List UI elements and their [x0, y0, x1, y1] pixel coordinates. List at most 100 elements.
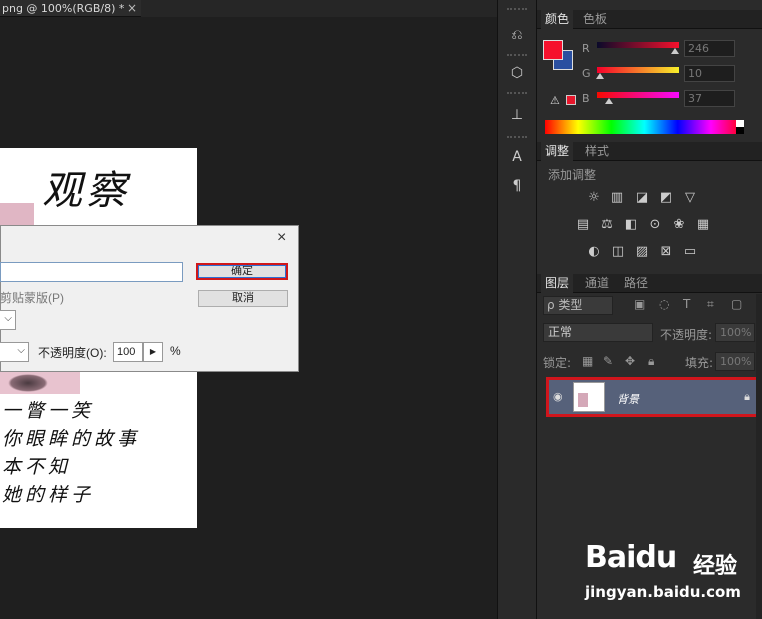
tab-layers[interactable]: 图层 — [541, 274, 574, 293]
brightness-icon[interactable]: ☼ — [586, 190, 602, 206]
slider-thumb[interactable] — [605, 98, 613, 104]
eye-icon[interactable]: ◉ — [553, 390, 563, 403]
b-slider[interactable] — [597, 92, 679, 104]
new-layer-dialog: × 确定 取消 剪贴蒙版(P) ⌵ ⌵ 不透明度(O): 100 ▶ % — [0, 225, 299, 372]
blend-mode-select[interactable]: 正常 — [543, 323, 653, 342]
lock-pixels-icon[interactable]: ✎ — [603, 354, 613, 368]
poem-line-4: 她的样子 — [2, 484, 95, 506]
selective-color-icon[interactable]: ⊠ — [658, 244, 674, 260]
black-white-icon[interactable]: ◧ — [623, 217, 639, 233]
opacity-label: 不透明度(O): — [38, 346, 107, 360]
color-select[interactable]: ⌵ — [0, 310, 16, 330]
g-value-field[interactable]: 10 — [684, 65, 735, 82]
chevron-down-icon: ⌵ — [17, 345, 25, 356]
cancel-button[interactable]: 取消 — [198, 290, 288, 307]
adjustment-filter-icon[interactable]: ◌ — [659, 297, 669, 311]
document-tab-title: png @ 100%(RGB/8) * — [2, 2, 125, 15]
ok-button[interactable]: 确定 — [196, 263, 288, 280]
color-balance-icon[interactable]: ⚖ — [599, 217, 615, 233]
invert-icon[interactable]: ◐ — [586, 244, 602, 260]
tab-color[interactable]: 颜色 — [541, 10, 574, 29]
watermark-brand: Baidu — [585, 540, 677, 575]
history-icon[interactable]: ⎌ — [506, 24, 528, 46]
document-area: png @ 100%(RGB/8) * × 观察 一瞥一笑 你眼眸的故事 本不知… — [0, 0, 497, 619]
slider-thumb[interactable] — [671, 48, 679, 54]
g-slider[interactable] — [596, 67, 679, 79]
opacity-input[interactable]: 100 — [113, 342, 143, 362]
blend-mode-value: 正常 — [548, 325, 573, 339]
layer-filter-select[interactable]: ρ 类型 — [543, 296, 613, 315]
adjustments-panel-header: 调整 样式 — [537, 142, 762, 161]
vibrance-icon[interactable]: ▽ — [682, 190, 698, 206]
layer-row-background[interactable]: ◉ 背景 🔒︎ — [546, 377, 761, 417]
r-value-field[interactable]: 246 — [684, 40, 735, 57]
b-value-field[interactable]: 37 — [684, 90, 735, 107]
stamp-icon[interactable]: ⊥ — [506, 104, 528, 126]
r-slider[interactable] — [597, 42, 679, 54]
channel-b-label: B — [582, 92, 590, 105]
levels-icon[interactable]: ▥ — [609, 190, 625, 206]
fill-input[interactable]: 100% — [715, 352, 755, 371]
layer-name-input[interactable] — [0, 262, 183, 282]
lock-transparent-icon[interactable]: ▦ — [582, 354, 593, 368]
chevron-down-icon: ⌵ — [4, 313, 12, 324]
layers-scrollbar[interactable] — [756, 294, 762, 619]
paragraph-icon[interactable]: ¶ — [506, 175, 528, 197]
layer-name[interactable]: 背景 — [617, 391, 639, 407]
layer-opacity-input[interactable]: 100% — [715, 323, 755, 342]
channel-mixer-icon[interactable]: ❀ — [671, 217, 687, 233]
mode-select[interactable]: ⌵ — [0, 342, 29, 362]
threshold-icon[interactable]: ▨ — [634, 244, 650, 260]
type-filter-icon[interactable]: T — [683, 297, 690, 311]
image-filter-icon[interactable]: ▣ — [634, 297, 645, 311]
channel-g-label: G — [582, 67, 591, 80]
tab-bar-empty — [141, 0, 497, 17]
tab-swatches[interactable]: 色板 — [579, 10, 611, 29]
color-lookup-icon[interactable]: ▦ — [695, 217, 711, 233]
close-icon[interactable]: × — [127, 0, 137, 17]
white-swatch[interactable] — [736, 120, 744, 127]
grip-handle[interactable] — [507, 136, 527, 138]
curves-icon[interactable]: ◪ — [634, 190, 650, 206]
hue-saturation-icon[interactable]: ▤ — [575, 217, 591, 233]
gamut-warning-swatch[interactable] — [566, 95, 576, 105]
photo-filter-icon[interactable]: ⊙ — [647, 217, 663, 233]
shape-filter-icon[interactable]: ⌗ — [707, 297, 714, 312]
color-spectrum[interactable] — [545, 120, 744, 134]
grip-handle[interactable] — [507, 54, 527, 56]
black-swatch[interactable] — [736, 127, 744, 134]
slider-thumb[interactable] — [596, 73, 604, 79]
tab-styles[interactable]: 样式 — [581, 142, 613, 161]
clipping-mask-label[interactable]: 剪贴蒙版(P) — [0, 289, 64, 306]
foreground-color-swatch[interactable] — [543, 40, 563, 60]
poem-line-2: 你眼眸的故事 — [2, 428, 141, 450]
baidu-watermark: Baidu 经验 jingyan.baidu.com — [585, 540, 755, 610]
tab-adjustments[interactable]: 调整 — [541, 142, 574, 161]
document-tab[interactable]: png @ 100%(RGB/8) * × — [0, 0, 141, 17]
channel-r-label: R — [582, 42, 590, 55]
lock-icon: 🔒︎ — [744, 390, 750, 403]
gradient-map-icon[interactable]: ▭ — [682, 244, 698, 260]
color-panel-header: 颜色 色板 — [537, 10, 762, 29]
tab-paths[interactable]: 路径 — [620, 274, 652, 293]
exposure-icon[interactable]: ◩ — [658, 190, 674, 206]
tab-channels[interactable]: 通道 — [581, 274, 613, 293]
opacity-arrow-icon[interactable]: ▶ — [143, 342, 163, 362]
close-icon[interactable]: × — [277, 229, 286, 247]
poem-line-3: 本不知 — [2, 456, 72, 478]
character-icon[interactable]: A — [506, 146, 528, 168]
smart-object-filter-icon[interactable]: ▢ — [731, 297, 742, 311]
thumbnail-detail — [578, 393, 588, 407]
posterize-icon[interactable]: ◫ — [610, 244, 626, 260]
watermark-url: jingyan.baidu.com — [585, 583, 741, 601]
gamut-warning-icon[interactable]: ⚠ — [550, 94, 560, 107]
fill-label: 填充: — [685, 356, 714, 370]
lock-position-icon[interactable]: ✥ — [625, 354, 635, 368]
grip-handle[interactable] — [507, 92, 527, 94]
add-adjustment-label: 添加调整 — [548, 168, 597, 182]
watermark-brand-cn: 经验 — [693, 554, 738, 579]
panels-column: 颜色 色板 R 246 G 10 B 37 ⚠ 调整 样式 添加调整 ☼ ▥ ◪… — [537, 0, 762, 619]
lock-all-icon[interactable]: 🔒︎ — [648, 354, 654, 369]
3d-cube-icon[interactable]: ⬡ — [506, 62, 528, 84]
grip-handle[interactable] — [507, 8, 527, 10]
